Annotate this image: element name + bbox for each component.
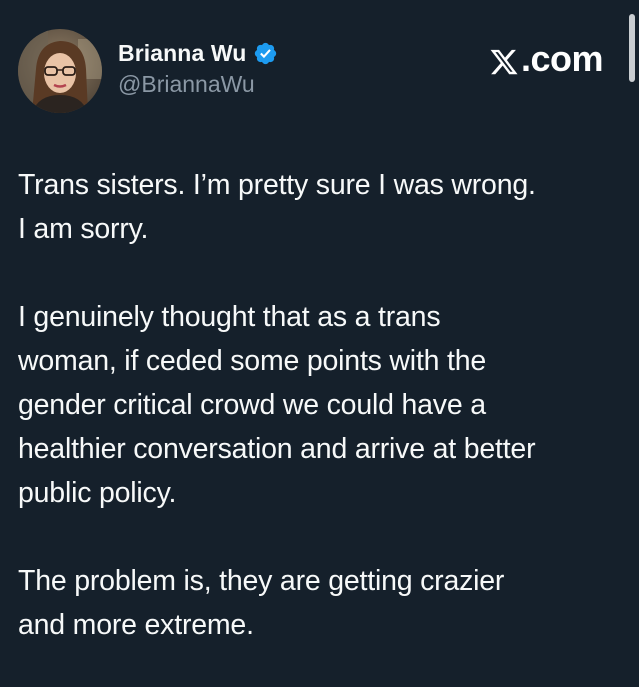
handle[interactable]: @BriannaWu <box>118 71 278 98</box>
site-logo: .com <box>489 38 604 80</box>
author-info: Brianna Wu @BriannaWu <box>118 37 278 98</box>
profile-photo-icon <box>18 29 102 113</box>
tweet-paragraph: I genuinely thought that as a trans woma… <box>18 301 536 509</box>
tweet-card: Brianna Wu @BriannaWu .com Trans sisters… <box>0 0 639 687</box>
scrollbar-thumb[interactable] <box>629 14 635 82</box>
tweet-paragraph: Trans sisters. I’m pretty sure I was wro… <box>18 169 536 245</box>
tweet-text: Trans sisters. I’m pretty sure I was wro… <box>18 163 628 647</box>
avatar[interactable] <box>18 29 102 113</box>
x-logo-icon <box>489 44 519 75</box>
display-name[interactable]: Brianna Wu <box>118 40 246 67</box>
site-logo-text: .com <box>520 38 604 79</box>
display-name-row: Brianna Wu <box>118 37 278 69</box>
verified-badge-icon <box>253 41 278 66</box>
tweet-paragraph: The problem is, they are getting crazier… <box>18 565 505 641</box>
